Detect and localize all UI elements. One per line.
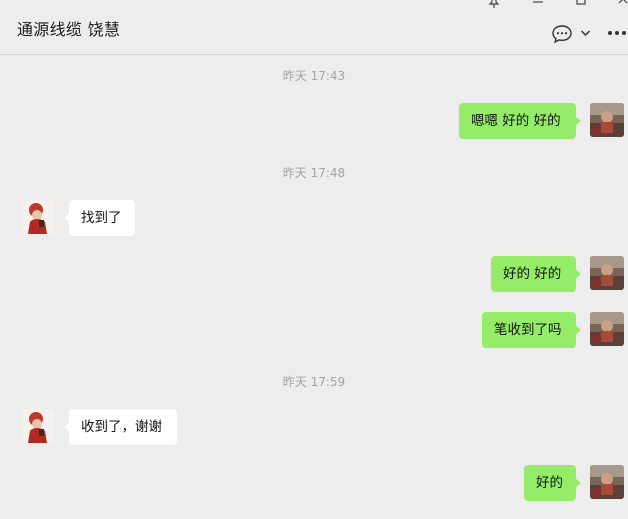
timestamp: 昨天 17:59 [282,375,346,389]
outgoing-message[interactable]: 好的 [524,465,581,501]
contact-avatar[interactable] [21,409,55,443]
close-icon[interactable] [618,0,628,6]
minimize-icon[interactable] [532,0,544,6]
outgoing-message[interactable]: 笔收到了吗 [482,312,581,348]
pin-icon[interactable] [488,0,500,8]
chat-header: 通源线缆 饶慧 [0,0,628,55]
chat-title: 通源线缆 饶慧 [17,20,121,39]
my-avatar[interactable] [590,312,624,346]
outgoing-message[interactable]: 好的 好的 [491,256,581,292]
my-avatar[interactable] [590,103,624,137]
my-avatar[interactable] [590,256,624,290]
chat-bubble-icon[interactable] [551,24,573,44]
timestamp: 昨天 17:48 [282,166,346,180]
incoming-message[interactable]: 收到了，谢谢 [64,409,177,445]
my-avatar[interactable] [590,465,624,499]
chevron-down-icon[interactable] [580,29,591,37]
contact-avatar[interactable] [21,200,55,234]
message-list[interactable]: 昨天 17:43 嗯嗯 好的 好的 昨天 17:48 找到了 好的 好的 笔收到… [0,55,628,519]
more-icon[interactable] [607,30,627,36]
timestamp: 昨天 17:43 [282,69,346,83]
outgoing-message[interactable]: 嗯嗯 好的 好的 [459,103,581,139]
maximize-icon[interactable] [576,0,587,6]
incoming-message[interactable]: 找到了 [64,200,135,236]
